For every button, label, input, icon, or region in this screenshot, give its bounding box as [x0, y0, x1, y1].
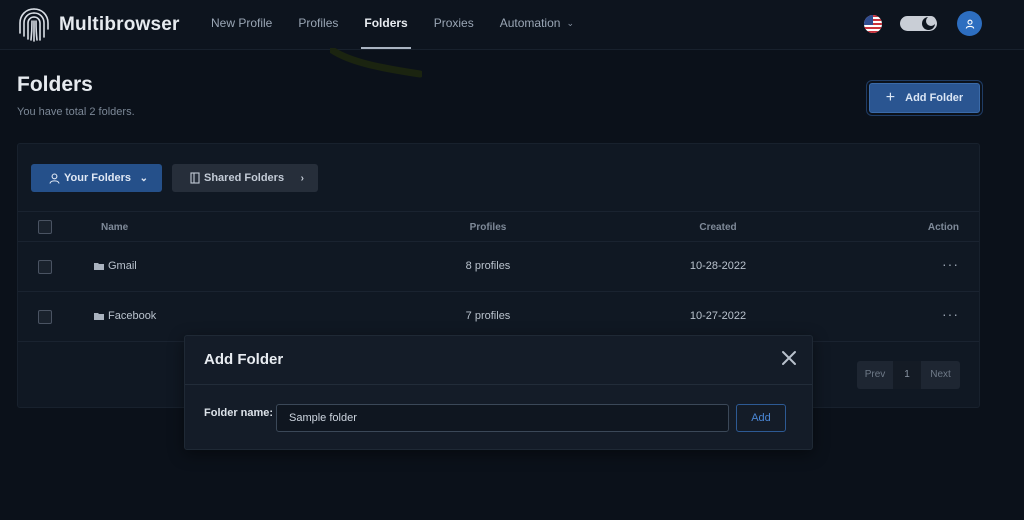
your-folders-dropdown[interactable]: Your Folders ⌄: [31, 164, 162, 192]
folder-profiles: 7 profiles: [465, 310, 511, 322]
chevron-down-icon: ⌄: [566, 18, 574, 28]
main-nav: New Profile Profiles Folders Proxies Aut…: [198, 0, 587, 50]
close-icon[interactable]: [781, 350, 797, 366]
folder-name[interactable]: Facebook: [94, 310, 156, 322]
user-icon: [965, 19, 974, 29]
add-button[interactable]: Add: [736, 404, 786, 432]
add-folder-label: Add Folder: [905, 92, 964, 104]
folder-created: 10-27-2022: [689, 310, 747, 322]
page-number-button[interactable]: 1: [893, 361, 921, 389]
nav-label: Automation: [499, 16, 561, 30]
folder-name-label: Folder name:: [204, 407, 274, 419]
row-checkbox[interactable]: [38, 260, 52, 274]
pagination: Prev 1 Next: [857, 361, 960, 389]
plus-icon: +: [885, 89, 896, 106]
folder-icon: [94, 263, 104, 270]
select-all-checkbox[interactable]: [38, 220, 52, 234]
user-avatar[interactable]: [957, 11, 982, 36]
add-folder-button[interactable]: + Add Folder: [869, 83, 980, 113]
folder-name[interactable]: Gmail: [94, 260, 137, 272]
folder-name-text: Facebook: [108, 310, 157, 322]
column-created: Created: [699, 222, 737, 233]
modal-divider: [185, 384, 812, 385]
user-icon: [49, 172, 60, 184]
nav-proxies[interactable]: Proxies: [421, 0, 487, 50]
row-checkbox[interactable]: [38, 310, 52, 324]
prev-page-button[interactable]: Prev: [857, 361, 893, 389]
theme-toggle[interactable]: [900, 16, 937, 31]
shared-folders-label: Shared Folders: [204, 172, 285, 184]
column-profiles: Profiles: [469, 222, 507, 233]
add-folder-modal: Add Folder Folder name: Add: [184, 335, 813, 450]
table-header: Name Profiles Created Action: [18, 211, 979, 242]
next-page-button[interactable]: Next: [921, 361, 960, 389]
brand-name: Multibrowser: [59, 14, 180, 35]
chevron-right-icon: ›: [300, 172, 304, 184]
folder-created: 10-28-2022: [689, 260, 747, 272]
decorative-stroke: [330, 48, 422, 78]
nav-label: Profiles: [298, 16, 339, 30]
page-title: Folders: [17, 73, 93, 96]
nav-profiles[interactable]: Profiles: [285, 0, 351, 50]
your-folders-label: Your Folders: [64, 172, 132, 184]
nav-folders[interactable]: Folders: [351, 0, 420, 50]
brand[interactable]: Multibrowser: [17, 5, 180, 45]
page-subtitle: You have total 2 folders.: [17, 106, 135, 118]
more-actions-icon[interactable]: ···: [942, 306, 959, 322]
fingerprint-icon: [19, 8, 49, 42]
us-flag-icon[interactable]: [864, 15, 882, 33]
more-actions-icon[interactable]: ···: [942, 256, 959, 272]
folder-icon: [94, 313, 104, 320]
nav-label: New Profile: [211, 16, 273, 30]
modal-title: Add Folder: [204, 351, 284, 368]
column-name: Name: [101, 222, 129, 233]
nav-label: Folders: [364, 16, 408, 30]
shared-folders-button[interactable]: Shared Folders ›: [172, 164, 318, 192]
moon-icon: [922, 16, 936, 30]
chevron-down-icon: ⌄: [139, 172, 148, 184]
folder-name-text: Gmail: [108, 260, 137, 272]
nav-new-profile[interactable]: New Profile: [198, 0, 285, 50]
column-action: Action: [927, 222, 959, 233]
folder-name-input[interactable]: [276, 404, 729, 432]
nav-label: Proxies: [433, 16, 474, 30]
nav-automation[interactable]: Automation ⌄: [487, 0, 587, 50]
shared-folder-icon: [190, 172, 200, 184]
table-row[interactable]: Gmail 8 profiles 10-28-2022 ···: [18, 242, 979, 292]
folder-profiles: 8 profiles: [465, 260, 511, 272]
top-navbar: Multibrowser New Profile Profiles Folder…: [0, 0, 1024, 50]
